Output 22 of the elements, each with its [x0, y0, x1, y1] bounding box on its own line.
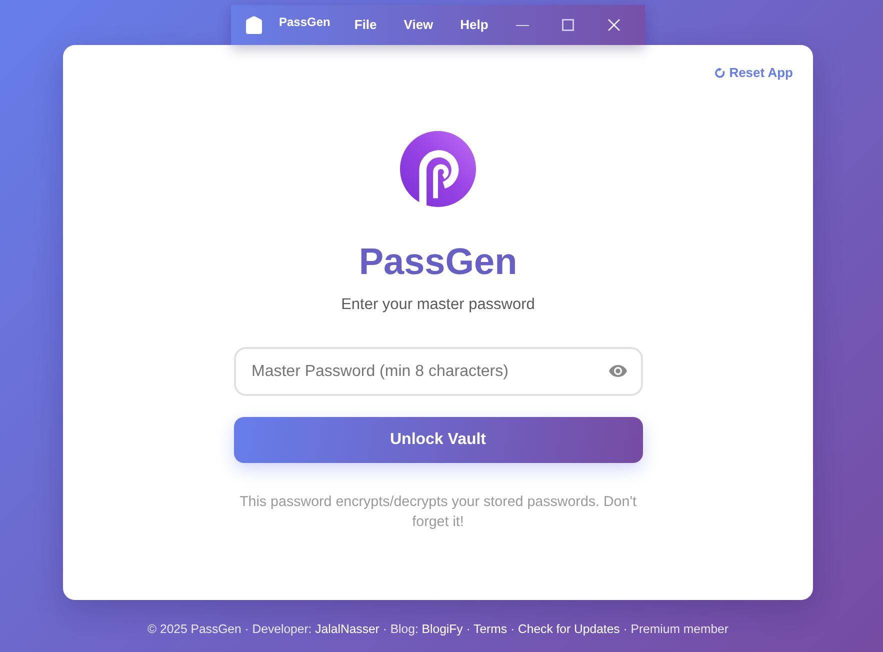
footer-link[interactable]: Check for Updates: [518, 622, 620, 636]
menu-item[interactable]: View: [404, 17, 434, 33]
minimize-icon: [516, 24, 528, 26]
app-title: PassGen: [279, 15, 330, 29]
footer-link[interactable]: BlogiFy: [422, 622, 463, 636]
menu-item[interactable]: File: [354, 17, 377, 33]
logo-icon: [399, 130, 477, 208]
unlock-vault-button[interactable]: Unlock Vault: [234, 417, 642, 463]
refresh-icon: [715, 68, 726, 78]
maximize-icon: [562, 19, 574, 31]
footer-text: © 2025 PassGen · Developer: JalalNasser · Blog: BlogiFy · Terms · Check for Updates · Premium member: [148, 621, 728, 638]
brand-title: PassGen: [358, 240, 518, 284]
footer-link[interactable]: Terms: [474, 622, 508, 636]
password-field[interactable]: Master Password (min 8 characters): [234, 347, 642, 396]
subtitle-text: Enter your master password: [341, 295, 535, 315]
reset-app-link[interactable]: Reset App: [715, 65, 793, 81]
close-icon: [608, 19, 620, 31]
app-logo-icon: [246, 16, 262, 34]
hint-text: This password encrypts/decrypts your stored passwords. Don't forget it!: [238, 493, 638, 532]
menu-item[interactable]: Help: [460, 17, 488, 33]
eye-icon[interactable]: [608, 365, 626, 377]
footer-link[interactable]: JalalNasser: [315, 622, 380, 636]
